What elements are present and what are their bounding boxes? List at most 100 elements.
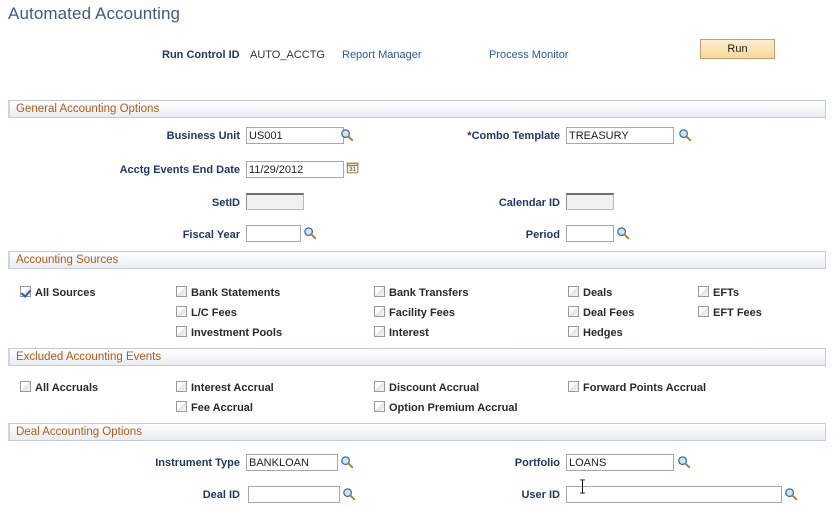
magnifier-icon[interactable] [342,487,356,501]
checkbox-label: Investment Pools [191,327,283,339]
checkbox-investment-pools[interactable]: Investment Pools [176,323,283,339]
process-monitor-link[interactable]: Process Monitor [489,49,568,61]
user-id-label: User ID [521,489,560,501]
checkbox-box-icon[interactable] [20,381,31,392]
checkbox-box-icon[interactable] [176,326,187,337]
checkbox-label: EFTs [713,287,740,299]
checkbox-lc-fees[interactable]: L/C Fees [176,303,237,319]
magnifier-icon[interactable] [340,455,354,469]
checkbox-interest[interactable]: Interest [374,323,429,339]
checkbox-bank-transfers[interactable]: Bank Transfers [374,283,469,299]
checkbox-label: L/C Fees [191,307,237,319]
checkbox-box-icon[interactable] [568,326,579,337]
checkbox-all-sources[interactable]: All Sources [20,283,96,299]
section-header-accounting-sources: Accounting Sources [8,251,826,269]
deal-id-input[interactable] [248,486,340,503]
run-button[interactable]: Run [700,39,775,59]
checkbox-box-icon[interactable] [568,381,579,392]
checkbox-deals[interactable]: Deals [568,283,613,299]
portfolio-label: Portfolio [514,457,560,469]
checkbox-label: Deal Fees [583,307,635,319]
business-unit-label: Business Unit [166,130,240,142]
checkbox-box-icon[interactable] [374,326,385,337]
combo-template-label: *Combo Template [467,130,560,142]
checkbox-box-icon[interactable] [374,381,385,392]
checkbox-label: Interest Accrual [191,382,274,394]
checkbox-forward-points-accrual[interactable]: Forward Points Accrual [568,378,707,394]
magnifier-icon[interactable] [678,128,692,142]
checkbox-label: Option Premium Accrual [389,402,518,414]
checkbox-eft-fees[interactable]: EFT Fees [698,303,762,319]
checkbox-efts[interactable]: EFTs [698,283,740,299]
portfolio-input[interactable] [566,454,674,471]
checkbox-box-icon[interactable] [374,401,385,412]
user-id-input[interactable] [566,486,782,503]
automated-accounting-page: Automated Accounting Run Control ID AUTO… [0,0,834,511]
checkbox-facility-fees[interactable]: Facility Fees [374,303,456,319]
checkbox-box-icon[interactable] [568,286,579,297]
checkbox-box-icon[interactable] [20,286,31,297]
checkbox-box-icon[interactable] [698,306,709,317]
magnifier-icon[interactable] [340,128,354,142]
checkbox-fee-accrual[interactable]: Fee Accrual [176,398,253,414]
checkbox-box-icon[interactable] [698,286,709,297]
checkbox-deal-fees[interactable]: Deal Fees [568,303,635,319]
checkbox-box-icon[interactable] [568,306,579,317]
checkbox-box-icon[interactable] [176,401,187,412]
checkbox-option-premium-accrual[interactable]: Option Premium Accrual [374,398,518,414]
fiscal-year-input[interactable] [246,225,301,242]
section-title-deal-options: Deal Accounting Options [16,426,142,438]
business-unit-input[interactable] [246,127,344,144]
run-control-id-label: Run Control ID [162,49,240,61]
deal-id-label: Deal ID [202,489,240,501]
section-header-general-accounting-options: General Accounting Options [8,100,826,118]
checkbox-box-icon[interactable] [374,286,385,297]
calendar-id-label: Calendar ID [498,197,560,209]
page-title: Automated Accounting [8,4,181,23]
setid-label: SetID [211,197,240,209]
fiscal-year-label: Fiscal Year [182,229,240,241]
acctg-events-end-date-label: Acctg Events End Date [119,164,240,176]
calendar-icon[interactable]: 31 [346,161,360,175]
instrument-type-input[interactable] [246,454,338,471]
checkbox-box-icon[interactable] [176,306,187,317]
checkbox-label: Bank Statements [191,287,281,299]
checkbox-interest-accrual[interactable]: Interest Accrual [176,378,274,394]
checkbox-label: Bank Transfers [389,287,469,299]
section-header-deal-accounting-options: Deal Accounting Options [8,423,826,441]
combo-template-input[interactable] [566,127,674,144]
section-header-excluded-accounting-events: Excluded Accounting Events [8,348,826,366]
svg-text:31: 31 [349,166,356,173]
checkbox-all-accruals[interactable]: All Accruals [20,378,99,394]
setid-input [246,193,304,210]
checkbox-label: Hedges [583,327,623,339]
checkbox-label: All Accruals [35,382,99,394]
instrument-type-label: Instrument Type [155,457,240,469]
checkbox-label: Facility Fees [389,307,456,319]
checkbox-box-icon[interactable] [176,286,187,297]
magnifier-icon[interactable] [784,487,798,501]
acctg-events-end-date-input[interactable] [246,161,344,178]
checkbox-bank-statements[interactable]: Bank Statements [176,283,281,299]
report-manager-link[interactable]: Report Manager [342,49,422,61]
checkbox-label: Deals [583,287,613,299]
period-label: Period [525,229,560,241]
checkbox-label: All Sources [35,287,96,299]
checkbox-box-icon[interactable] [374,306,385,317]
calendar-id-input [566,193,614,210]
section-title-accounting-sources: Accounting Sources [16,254,119,266]
checkbox-label: Interest [389,327,429,339]
checkbox-box-icon[interactable] [176,381,187,392]
magnifier-icon[interactable] [616,226,630,240]
section-title-excluded-events: Excluded Accounting Events [16,351,162,363]
checkbox-label: Fee Accrual [191,402,253,414]
run-control-id-value: AUTO_ACCTG [250,49,325,61]
checkbox-label: Forward Points Accrual [583,382,707,394]
checkbox-hedges[interactable]: Hedges [568,323,623,339]
section-title-general: General Accounting Options [16,103,160,115]
checkbox-discount-accrual[interactable]: Discount Accrual [374,378,480,394]
checkbox-label: Discount Accrual [389,382,480,394]
magnifier-icon[interactable] [677,455,691,469]
period-input[interactable] [566,225,614,242]
magnifier-icon[interactable] [303,226,317,240]
